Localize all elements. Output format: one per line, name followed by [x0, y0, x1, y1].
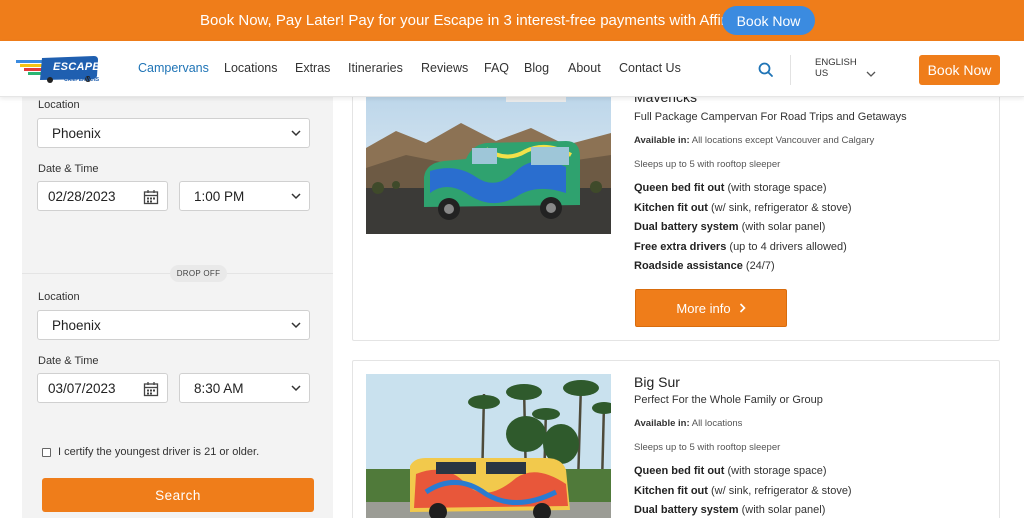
- promo-book-now-button[interactable]: Book Now: [722, 6, 815, 35]
- feature-name: Roadside assistance: [634, 260, 743, 272]
- van-feature: Queen bed fit out (with storage space): [634, 465, 827, 477]
- nav-faq[interactable]: FAQ: [484, 61, 509, 75]
- dropoff-time-select[interactable]: 8:30 AM: [179, 373, 310, 403]
- promo-banner: Book Now, Pay Later! Pay for your Escape…: [0, 0, 1024, 41]
- feature-name: Dual battery system: [634, 504, 739, 516]
- dropoff-datetime-label: Date & Time: [38, 355, 99, 367]
- chevron-down-icon[interactable]: [866, 65, 876, 77]
- availability-label: Available in:: [634, 418, 690, 429]
- certify-label: I certify the youngest driver is 21 or o…: [58, 446, 260, 458]
- nav-contact-us[interactable]: Contact Us: [619, 61, 681, 75]
- dropoff-location-value: Phoenix: [52, 317, 101, 333]
- dropoff-date-input[interactable]: 03/07/2023: [37, 373, 168, 403]
- feature-detail: (with storage space): [727, 182, 827, 194]
- mavericks-van-image[interactable]: [366, 93, 611, 234]
- site-header: ESCAPE CAMPERVANS Campervans Locations E…: [0, 41, 1024, 97]
- feature-name: Queen bed fit out: [634, 465, 725, 477]
- nav-about[interactable]: About: [568, 61, 601, 75]
- nav-campervans[interactable]: Campervans: [138, 61, 209, 75]
- dropoff-badge: DROP OFF: [170, 265, 227, 282]
- feature-detail: (w/ sink, refrigerator & stove): [711, 485, 852, 497]
- feature-detail: (with solar panel): [741, 221, 826, 233]
- certify-checkbox[interactable]: [42, 448, 51, 457]
- chevron-down-icon: [291, 193, 301, 200]
- promo-text: Book Now, Pay Later! Pay for your Escape…: [200, 12, 743, 29]
- van-availability: Available in: All locations: [634, 418, 742, 429]
- language-selector[interactable]: ENGLISH US: [815, 57, 857, 79]
- van-tagline: Perfect For the Whole Family or Group: [634, 394, 823, 406]
- pickup-time-value: 1:00 PM: [194, 188, 245, 204]
- van-feature: Kitchen fit out (w/ sink, refrigerator &…: [634, 202, 852, 214]
- dropoff-location-select[interactable]: Phoenix: [37, 310, 310, 340]
- van-feature: Dual battery system (with solar panel): [634, 221, 825, 233]
- chevron-down-icon: [291, 385, 301, 392]
- pickup-date-value: 02/28/2023: [48, 188, 116, 204]
- search-icon[interactable]: [757, 61, 775, 79]
- calendar-icon[interactable]: [143, 381, 159, 397]
- van-availability: Available in: All locations except Vanco…: [634, 135, 874, 146]
- language-line1: ENGLISH: [815, 57, 857, 68]
- pickup-location-label: Location: [38, 99, 80, 111]
- availability-value: All locations except Vancouver and Calga…: [691, 135, 875, 146]
- van-card-mavericks: Mavericks Full Package Campervan For Roa…: [352, 89, 1000, 341]
- feature-name: Queen bed fit out: [634, 182, 725, 194]
- pickup-location-value: Phoenix: [52, 125, 101, 141]
- pickup-location-select[interactable]: Phoenix: [37, 118, 310, 148]
- pickup-time-select[interactable]: 1:00 PM: [179, 181, 310, 211]
- availability-label: Available in:: [634, 135, 690, 146]
- nav-extras[interactable]: Extras: [295, 61, 330, 75]
- pickup-date-input[interactable]: 02/28/2023: [37, 181, 168, 211]
- van-sleeps: Sleeps up to 5 with rooftop sleeper: [634, 442, 781, 453]
- logo-subtext: CAMPERVANS: [64, 77, 100, 83]
- dropoff-date-value: 03/07/2023: [48, 380, 116, 396]
- chevron-down-icon: [291, 130, 301, 137]
- van-feature: Kitchen fit out (w/ sink, refrigerator &…: [634, 485, 852, 497]
- feature-detail: (with storage space): [727, 465, 827, 477]
- booking-form: Location Phoenix Date & Time 02/28/2023 …: [22, 97, 333, 518]
- dropoff-location-label: Location: [38, 291, 80, 303]
- feature-name: Dual battery system: [634, 221, 739, 233]
- feature-detail: (with solar panel): [741, 504, 826, 516]
- van-sleeps: Sleeps up to 5 with rooftop sleeper: [634, 159, 781, 170]
- header-book-now-button[interactable]: Book Now: [919, 55, 1000, 85]
- more-info-label: More info: [676, 300, 731, 316]
- header-divider: [790, 55, 791, 85]
- van-feature: Dual battery system (with solar panel): [634, 504, 825, 516]
- pickup-datetime-label: Date & Time: [38, 163, 99, 175]
- feature-name: Kitchen fit out: [634, 202, 708, 214]
- logo-text: ESCAPE: [53, 61, 101, 73]
- big-sur-van-image[interactable]: [366, 374, 611, 518]
- dropoff-time-value: 8:30 AM: [194, 380, 244, 396]
- van-feature: Roadside assistance (24/7): [634, 260, 775, 272]
- search-button[interactable]: Search: [42, 478, 314, 512]
- escape-logo[interactable]: ESCAPE CAMPERVANS: [16, 52, 102, 86]
- feature-detail: (24/7): [745, 260, 775, 272]
- van-feature: Queen bed fit out (with storage space): [634, 182, 827, 194]
- feature-name: Free extra drivers: [634, 241, 727, 253]
- nav-blog[interactable]: Blog: [524, 61, 549, 75]
- feature-detail: (w/ sink, refrigerator & stove): [711, 202, 852, 214]
- van-card-big-sur: Big Sur Perfect For the Whole Family or …: [352, 360, 1000, 518]
- van-tagline: Full Package Campervan For Road Trips an…: [634, 111, 907, 123]
- more-info-button[interactable]: More info: [635, 289, 787, 327]
- feature-detail: (up to 4 drivers allowed): [729, 241, 847, 253]
- chevron-down-icon: [291, 322, 301, 329]
- availability-value: All locations: [691, 418, 743, 429]
- van-feature: Free extra drivers (up to 4 drivers allo…: [634, 241, 847, 253]
- nav-reviews[interactable]: Reviews: [421, 61, 468, 75]
- calendar-icon[interactable]: [143, 189, 159, 205]
- van-title: Big Sur: [634, 374, 680, 390]
- language-line2: US: [815, 68, 829, 79]
- nav-itineraries[interactable]: Itineraries: [348, 61, 403, 75]
- chevron-right-icon: [739, 303, 746, 313]
- feature-name: Kitchen fit out: [634, 485, 708, 497]
- nav-locations[interactable]: Locations: [224, 61, 278, 75]
